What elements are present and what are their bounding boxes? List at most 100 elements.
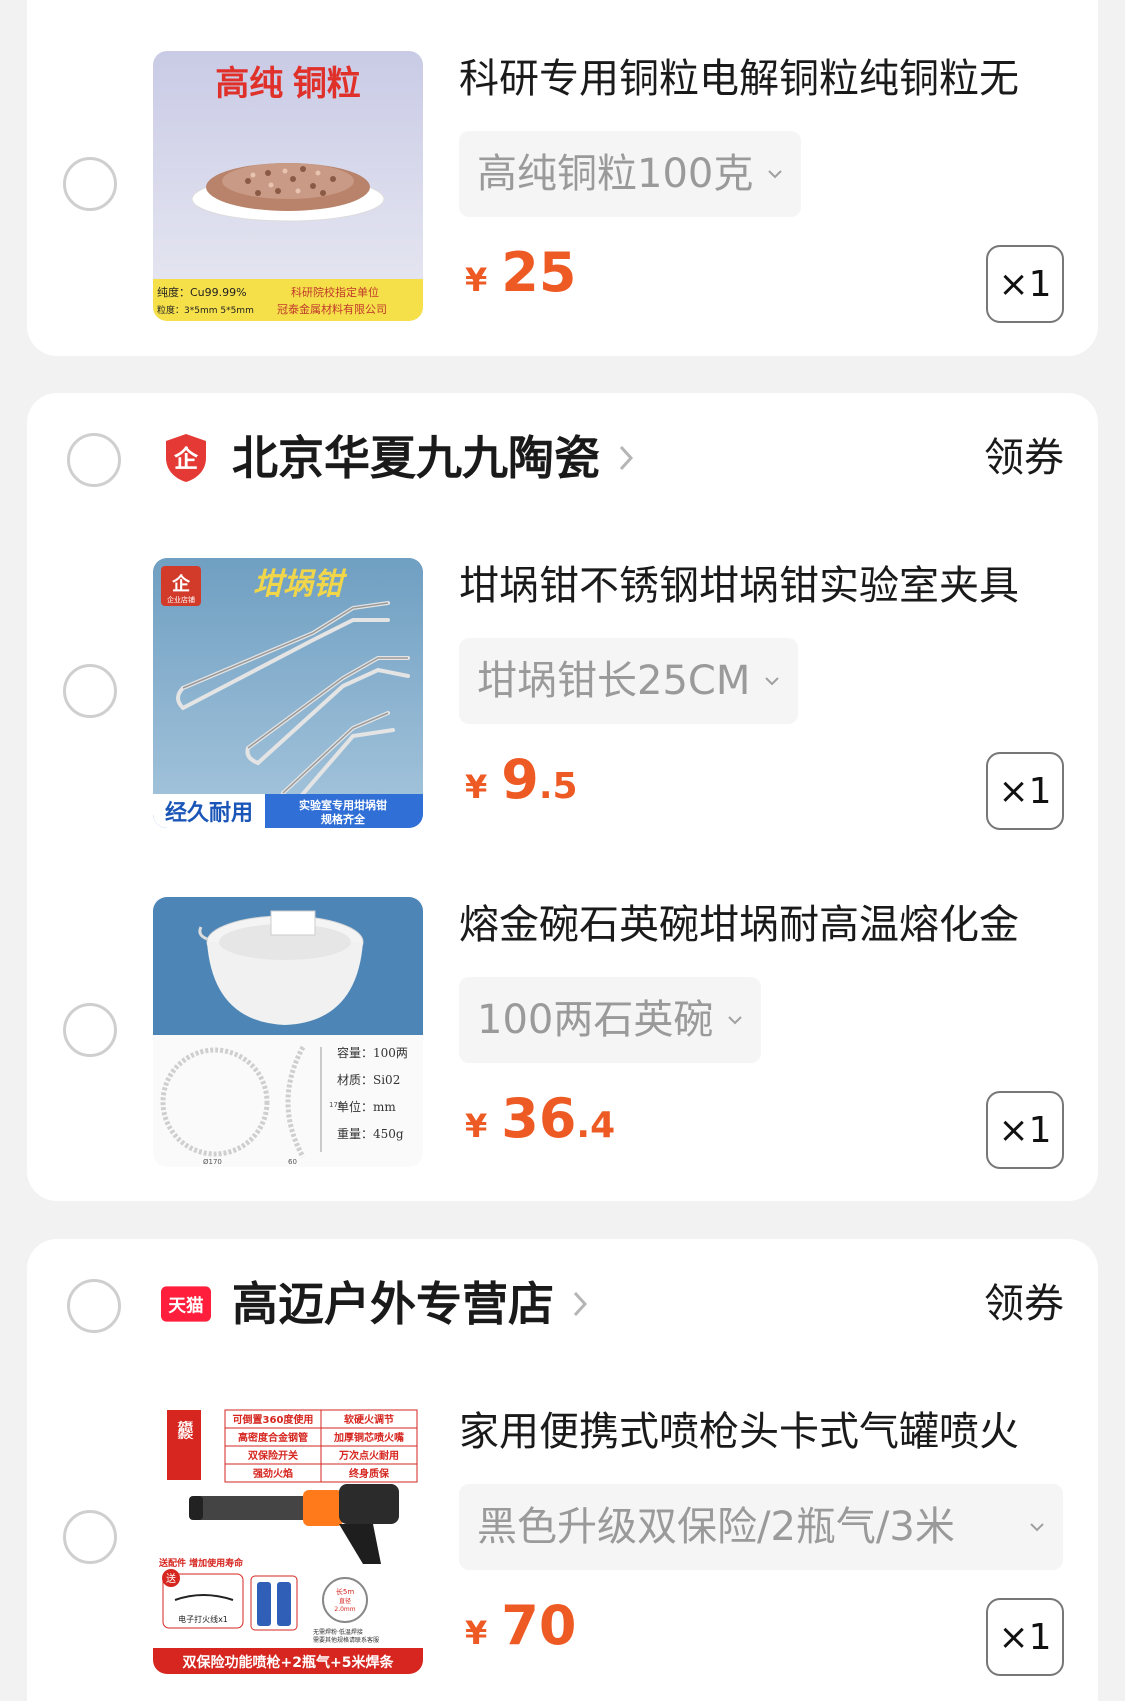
store-name-link[interactable]: 高迈户外专营店 xyxy=(232,1269,588,1339)
quantity-button[interactable]: ×1 xyxy=(986,1091,1064,1169)
store-logo-text: 企 xyxy=(174,445,199,473)
chevron-down-icon xyxy=(764,676,780,686)
currency-symbol: ¥ xyxy=(465,1107,488,1145)
store-card: 天猫 高迈户外专营店 领券 旗舰款 xyxy=(27,1239,1098,1701)
thumb-text: 万次点火耐用 xyxy=(338,1449,399,1462)
product-thumbnail[interactable]: 高纯 铜粒 纯度：Cu99.99% 粒度：3*5mm 5*5mm 科研院校指定单… xyxy=(153,51,423,321)
price-decimal: .4 xyxy=(576,1105,616,1146)
thumb-heading: 坩埚钳 xyxy=(253,567,348,602)
thumb-text: 容量：100两 xyxy=(337,1045,408,1060)
thumb-text: 送 xyxy=(166,1572,176,1585)
store-header: 天猫 高迈户外专营店 领券 xyxy=(27,1239,1098,1369)
thumb-text: 冠泰金属材料有限公司 xyxy=(277,302,387,316)
store-name-link[interactable]: 北京华夏九九陶瓷 xyxy=(232,423,634,493)
price-integer: 9 xyxy=(501,748,539,811)
item-select-radio[interactable] xyxy=(63,157,117,211)
thumb-text: 纯度：Cu99.99% xyxy=(157,285,247,299)
thumb-text: 重量：450g xyxy=(337,1127,404,1141)
chevron-down-icon xyxy=(1029,1522,1045,1532)
store-card: 高纯 铜粒 纯度：Cu99.99% 粒度：3*5mm 5*5mm 科研院校指定单… xyxy=(27,0,1098,356)
thumb-text: 60 xyxy=(288,1158,297,1166)
cart-item[interactable]: 企 企业店铺 坩埚钳 经久耐用 实验室专用坩埚钳 规格齐全 坩埚钳不锈钢坩埚钳实… xyxy=(27,558,1098,830)
sku-selector[interactable]: 坩埚钳长25CM xyxy=(459,638,799,724)
cart-page: 高纯 铜粒 纯度：Cu99.99% 粒度：3*5mm 5*5mm 科研院校指定单… xyxy=(0,0,1125,1701)
product-thumbnail[interactable]: 175 Ø170 60 容量：100两 材质：Si02 单位：mm 重量：450… xyxy=(153,897,423,1167)
price: ¥ 70 xyxy=(465,1594,576,1664)
store-card: 企 北京华夏九九陶瓷 领券 企 企业店铺 坩埚钳 经久耐用 实验室专用坩埚钳 规… xyxy=(27,393,1098,1201)
quantity-button[interactable]: ×1 xyxy=(986,1598,1064,1676)
blow-torch-image: 旗舰款 可倒置360度使用 软硬火调节 高密度合金钢管 加厚铜芯喷火嘴 双保险开… xyxy=(153,1404,423,1674)
item-select-radio[interactable] xyxy=(63,1510,117,1564)
store-logo-text: 天猫 xyxy=(168,1295,203,1316)
chevron-down-icon xyxy=(767,169,783,179)
store-header: 企 北京华夏九九陶瓷 领券 xyxy=(27,393,1098,523)
thumb-text: 材质：Si02 xyxy=(337,1073,400,1087)
item-select-radio[interactable] xyxy=(63,1003,117,1057)
cart-item[interactable]: 旗舰款 可倒置360度使用 软硬火调节 高密度合金钢管 加厚铜芯喷火嘴 双保险开… xyxy=(27,1404,1098,1676)
coupon-button[interactable]: 领券 xyxy=(984,433,1064,483)
thumb-text: 企 xyxy=(171,573,191,595)
product-thumbnail[interactable]: 企 企业店铺 坩埚钳 经久耐用 实验室专用坩埚钳 规格齐全 xyxy=(153,558,423,828)
thumb-text: 高密度合金钢管 xyxy=(238,1431,308,1444)
sku-selector[interactable]: 100两石英碗 xyxy=(459,977,762,1063)
thumb-text: 双保险开关 xyxy=(248,1449,298,1462)
coupon-button[interactable]: 领券 xyxy=(984,1279,1064,1329)
store-select-radio[interactable] xyxy=(67,433,121,487)
copper-pellets-image: 高纯 铜粒 纯度：Cu99.99% 粒度：3*5mm 5*5mm 科研院校指定单… xyxy=(153,51,423,321)
product-title[interactable]: 科研专用铜粒电解铜粒纯铜粒无 xyxy=(459,51,1089,107)
chevron-right-icon xyxy=(572,1289,588,1319)
thumb-text: 电子打火线x1 xyxy=(178,1614,228,1624)
product-title[interactable]: 熔金碗石英碗坩埚耐高温熔化金 xyxy=(459,897,1089,953)
price-integer: 36 xyxy=(501,1087,577,1150)
price: ¥ 9 .5 xyxy=(465,748,578,818)
thumb-heading: 高纯 铜粒 xyxy=(215,65,360,103)
thumb-text: 长5m xyxy=(336,1587,354,1596)
currency-symbol: ¥ xyxy=(465,768,488,806)
thumb-text: 粒度：3*5mm 5*5mm xyxy=(157,304,254,316)
thumb-text: 强劲火焰 xyxy=(253,1467,293,1480)
sku-label: 高纯铜粒100克 xyxy=(477,151,754,197)
sku-label: 坩埚钳长25CM xyxy=(477,658,751,704)
thumb-text: 需要其他规格请联系客服 xyxy=(313,1636,379,1644)
sku-label: 黑色升级双保险/2瓶气/3米 xyxy=(477,1504,955,1550)
price: ¥ 25 xyxy=(465,241,576,311)
chevron-right-icon xyxy=(618,443,634,473)
thumb-text: Ø170 xyxy=(203,1158,222,1166)
thumb-text: 送配件 增加使用寿命 xyxy=(158,1557,244,1569)
tmall-icon: 天猫 xyxy=(161,1279,211,1329)
quantity-button[interactable]: ×1 xyxy=(986,245,1064,323)
thumb-text: 无需焊粉·低温焊接 xyxy=(313,1628,363,1636)
thumb-text: 加厚铜芯喷火嘴 xyxy=(333,1431,404,1444)
product-title[interactable]: 坩埚钳不锈钢坩埚钳实验室夹具 xyxy=(459,558,1089,614)
cart-item[interactable]: 高纯 铜粒 纯度：Cu99.99% 粒度：3*5mm 5*5mm 科研院校指定单… xyxy=(27,51,1098,323)
price-integer: 70 xyxy=(501,1594,577,1657)
product-thumbnail[interactable]: 旗舰款 可倒置360度使用 软硬火调节 高密度合金钢管 加厚铜芯喷火嘴 双保险开… xyxy=(153,1404,423,1674)
currency-symbol: ¥ xyxy=(465,261,488,299)
thumb-text: 单位：mm xyxy=(337,1099,396,1114)
price-integer: 25 xyxy=(501,241,577,304)
currency-symbol: ¥ xyxy=(465,1614,488,1652)
thumb-text: 可倒置360度使用 xyxy=(233,1413,314,1426)
crucible-tongs-image: 企 企业店铺 坩埚钳 经久耐用 实验室专用坩埚钳 规格齐全 xyxy=(153,558,423,828)
chevron-down-icon xyxy=(727,1015,743,1025)
quartz-bowl-image: 175 Ø170 60 容量：100两 材质：Si02 单位：mm 重量：450… xyxy=(153,897,423,1167)
price-decimal: .5 xyxy=(538,766,578,807)
thumb-text: 实验室专用坩埚钳 xyxy=(299,798,387,812)
store-name: 高迈户外专营店 xyxy=(232,1277,554,1331)
sku-label: 100两石英碗 xyxy=(477,997,714,1043)
thumb-text: 2.0mm xyxy=(334,1606,355,1613)
store-name: 北京华夏九九陶瓷 xyxy=(232,431,600,485)
enterprise-shield-icon: 企 xyxy=(161,433,211,483)
thumb-text: 科研院校指定单位 xyxy=(291,285,379,299)
sku-selector[interactable]: 黑色升级双保险/2瓶气/3米 xyxy=(459,1484,1063,1570)
cart-item[interactable]: 175 Ø170 60 容量：100两 材质：Si02 单位：mm 重量：450… xyxy=(27,897,1098,1169)
item-select-radio[interactable] xyxy=(63,664,117,718)
thumb-text: 经久耐用 xyxy=(165,800,253,826)
thumb-text: 终身质保 xyxy=(349,1467,390,1480)
product-title[interactable]: 家用便携式喷枪头卡式气罐喷火 xyxy=(459,1404,1089,1460)
thumb-text: 企业店铺 xyxy=(167,595,195,604)
store-select-radio[interactable] xyxy=(67,1279,121,1333)
sku-selector[interactable]: 高纯铜粒100克 xyxy=(459,131,802,217)
thumb-text: 软硬火调节 xyxy=(344,1413,394,1426)
quantity-button[interactable]: ×1 xyxy=(986,752,1064,830)
